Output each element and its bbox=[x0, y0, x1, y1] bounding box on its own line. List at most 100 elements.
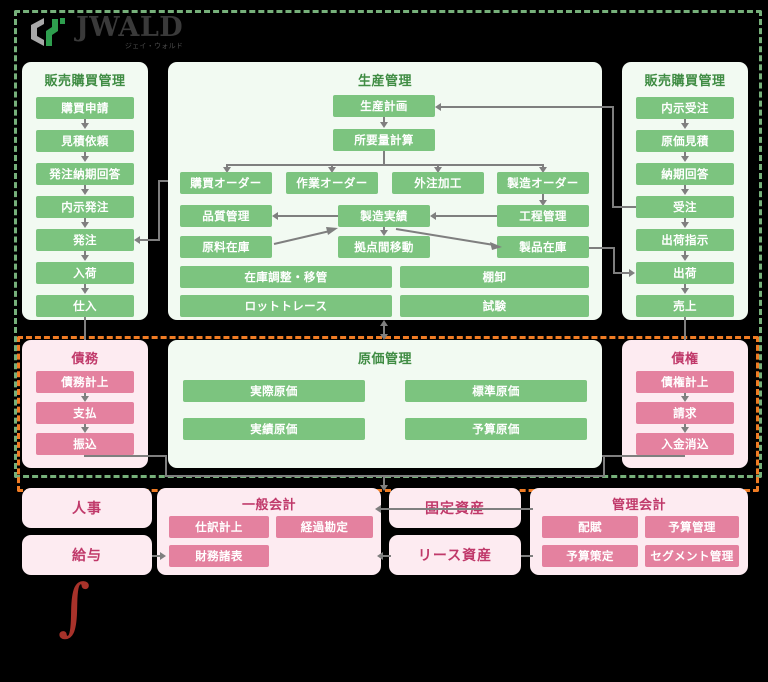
box-payment[interactable]: 支払 bbox=[36, 402, 134, 424]
integral-symbol: ∫ bbox=[58, 570, 91, 643]
box-outsourced-processing[interactable]: 外注加工 bbox=[392, 172, 484, 194]
arrow-down bbox=[680, 189, 689, 195]
box-forecast-po[interactable]: 内示発注 bbox=[36, 196, 134, 218]
arrow-down bbox=[80, 222, 89, 228]
hexagon-logo-icon bbox=[31, 18, 65, 46]
box-cost-estimate[interactable]: 原価見積 bbox=[636, 130, 734, 152]
box-result-cost[interactable]: 実績原価 bbox=[183, 418, 365, 440]
arrow-down bbox=[379, 485, 388, 491]
panel-receivable-title: 債権 bbox=[671, 352, 699, 367]
module-hr[interactable]: 人事 bbox=[22, 488, 152, 528]
connector bbox=[602, 455, 685, 457]
arrow-right bbox=[160, 551, 166, 560]
box-journal-entry[interactable]: 仕訳計上 bbox=[169, 516, 269, 538]
arrow-down bbox=[80, 396, 89, 402]
panel-costing-title: 原価管理 bbox=[357, 352, 412, 367]
arrow-down bbox=[80, 189, 89, 195]
arrow-down bbox=[680, 288, 689, 294]
arrow-left bbox=[377, 551, 383, 560]
box-forecast-sales-order[interactable]: 内示受注 bbox=[636, 97, 734, 119]
box-payable-entry[interactable]: 債務計上 bbox=[36, 371, 134, 393]
connector bbox=[612, 106, 614, 208]
connector bbox=[603, 455, 605, 477]
panel-payable-title: 債務 bbox=[71, 352, 99, 367]
arrow-down bbox=[379, 230, 388, 236]
arrow-down bbox=[680, 156, 689, 162]
connector bbox=[381, 508, 527, 510]
box-mrp[interactable]: 所要量計算 bbox=[333, 129, 435, 151]
connector bbox=[165, 455, 167, 477]
module-payroll[interactable]: 給与 bbox=[22, 535, 152, 575]
box-bank-transfer[interactable]: 振込 bbox=[36, 433, 134, 455]
arrow-down bbox=[80, 288, 89, 294]
arrow-down bbox=[680, 123, 689, 129]
box-budget-planning[interactable]: 予算策定 bbox=[542, 545, 638, 567]
box-work-order[interactable]: 作業オーダー bbox=[286, 172, 378, 194]
box-lot-trace[interactable]: ロットトレース bbox=[180, 295, 392, 317]
panel-production-title: 生産管理 bbox=[357, 74, 412, 89]
box-purchase-order-prod[interactable]: 購買オーダー bbox=[180, 172, 272, 194]
connector bbox=[613, 247, 615, 273]
arrow-down bbox=[80, 427, 89, 433]
box-standard-cost[interactable]: 標準原価 bbox=[405, 380, 587, 402]
panel-sales-title: 販売購買管理 bbox=[644, 74, 726, 89]
box-budget-cost[interactable]: 予算原価 bbox=[405, 418, 587, 440]
box-shipment[interactable]: 出荷 bbox=[636, 262, 734, 284]
box-stock-adjust-transfer[interactable]: 在庫調整・移管 bbox=[180, 266, 392, 288]
box-accruals[interactable]: 経過勘定 bbox=[276, 516, 373, 538]
box-payment-reconciliation[interactable]: 入金消込 bbox=[636, 433, 734, 455]
arrow-up bbox=[379, 320, 388, 326]
arrow-down bbox=[680, 427, 689, 433]
diagram-canvas: JWALD ジェイ・ウォルド ∫ 販売購買管理 購買申請 見積依頼 発注納期回答… bbox=[0, 0, 768, 682]
connector bbox=[158, 180, 160, 240]
box-delivery-reply[interactable]: 納期回答 bbox=[636, 163, 734, 185]
connector bbox=[226, 164, 542, 166]
box-quotation-request[interactable]: 見積依頼 bbox=[36, 130, 134, 152]
panel-purchasing-title: 販売購買管理 bbox=[44, 74, 126, 89]
box-manufacturing-order[interactable]: 製造オーダー bbox=[497, 172, 589, 194]
box-goods-receipt[interactable]: 入荷 bbox=[36, 262, 134, 284]
box-financial-statements[interactable]: 財務諸表 bbox=[169, 545, 269, 567]
box-purchase-request[interactable]: 購買申請 bbox=[36, 97, 134, 119]
brand-logo: JWALD ジェイ・ウォルド bbox=[24, 14, 183, 50]
connector bbox=[84, 455, 166, 457]
arrow-down bbox=[680, 222, 689, 228]
logo-wordmark: JWALD bbox=[76, 12, 184, 43]
arrow-down bbox=[80, 123, 89, 129]
connector bbox=[140, 239, 160, 241]
box-sales-order[interactable]: 受注 bbox=[636, 196, 734, 218]
box-po-delivery-reply[interactable]: 発注納期回答 bbox=[36, 163, 134, 185]
box-stocktaking[interactable]: 棚卸 bbox=[400, 266, 589, 288]
arrow-down bbox=[680, 255, 689, 261]
box-sales-revenue[interactable]: 売上 bbox=[636, 295, 734, 317]
box-purchase[interactable]: 仕入 bbox=[36, 295, 134, 317]
logo-tagline: ジェイ・ウォルド bbox=[124, 42, 184, 50]
box-allocation[interactable]: 配賦 bbox=[542, 516, 638, 538]
arrow-left bbox=[134, 235, 140, 244]
arrow-right bbox=[629, 268, 635, 277]
module-lease-assets[interactable]: リース資産 bbox=[389, 535, 521, 575]
connector bbox=[613, 272, 630, 274]
connector bbox=[521, 555, 533, 557]
box-receivable-entry[interactable]: 債権計上 bbox=[636, 371, 734, 393]
arrow-down bbox=[680, 396, 689, 402]
connector bbox=[384, 475, 605, 477]
box-actual-cost[interactable]: 実際原価 bbox=[183, 380, 365, 402]
arrow-left bbox=[435, 102, 441, 111]
panel-management-accounting-title: 管理会計 bbox=[611, 498, 666, 513]
connector bbox=[589, 247, 615, 249]
connector bbox=[441, 106, 614, 108]
box-segment-management[interactable]: セグメント管理 bbox=[645, 545, 739, 567]
panel-general-accounting-title: 一般会計 bbox=[241, 498, 296, 513]
arrow-down bbox=[80, 156, 89, 162]
arrow-down bbox=[379, 122, 388, 128]
box-purchase-order[interactable]: 発注 bbox=[36, 229, 134, 251]
arrow-down bbox=[80, 255, 89, 261]
box-budget-control[interactable]: 予算管理 bbox=[645, 516, 739, 538]
box-invoice[interactable]: 請求 bbox=[636, 402, 734, 424]
box-shipping-instruction[interactable]: 出荷指示 bbox=[636, 229, 734, 251]
connector bbox=[612, 206, 636, 208]
box-production-plan[interactable]: 生産計画 bbox=[333, 95, 435, 117]
connector bbox=[165, 475, 384, 477]
box-inspection[interactable]: 試験 bbox=[400, 295, 589, 317]
